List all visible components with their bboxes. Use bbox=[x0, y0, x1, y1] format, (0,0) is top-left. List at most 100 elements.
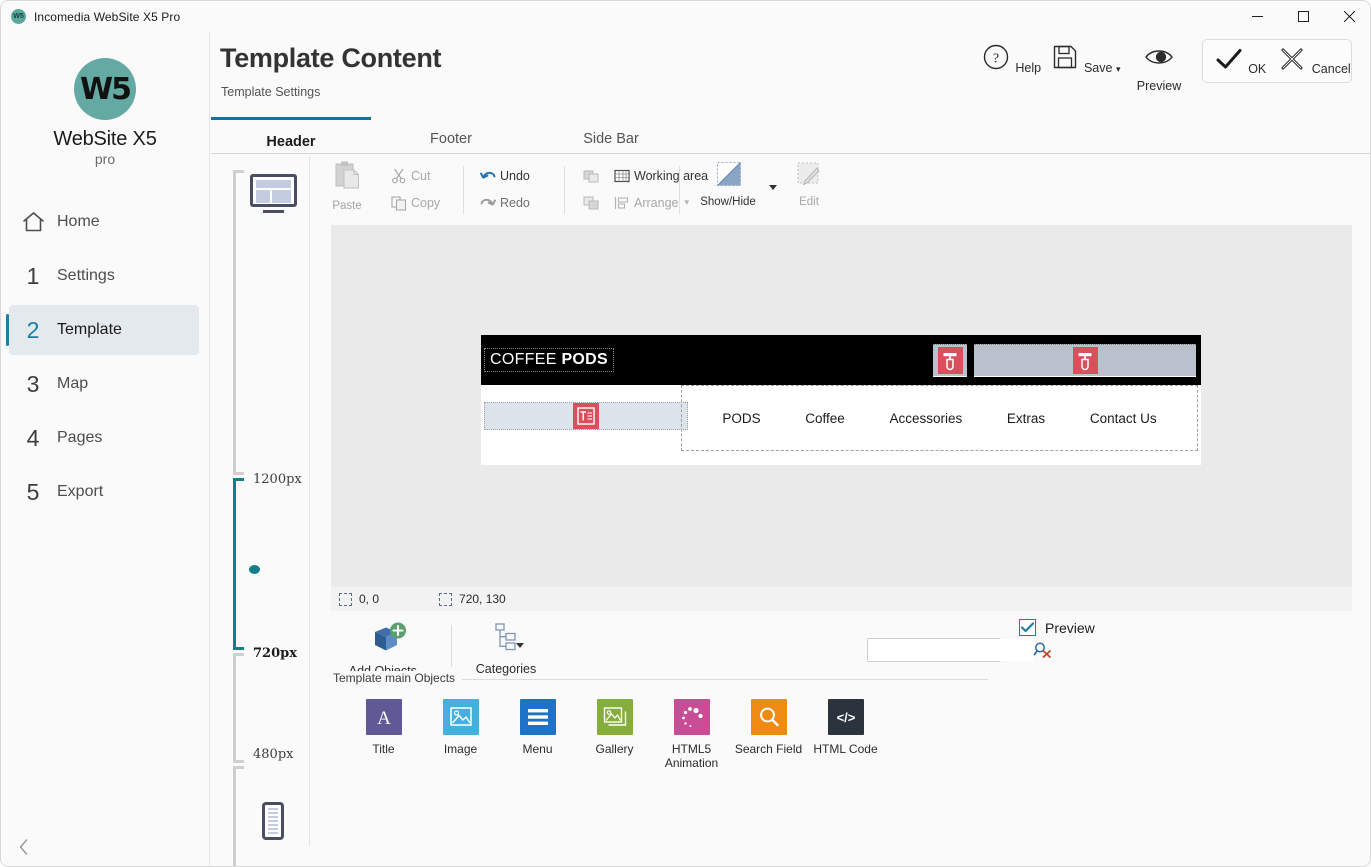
site-menu-item[interactable]: Extras bbox=[1007, 411, 1045, 426]
application-window: W5 Incomedia WebSite X5 Pro W5 WebSite X… bbox=[0, 0, 1371, 867]
sidebar-item-export[interactable]: 5 Export bbox=[9, 467, 199, 517]
desktop-monitor-icon[interactable] bbox=[250, 174, 297, 207]
paste-label: Paste bbox=[321, 200, 373, 212]
breakpoint-range-desktop[interactable] bbox=[233, 170, 247, 475]
sidebar-item-home[interactable]: Home bbox=[9, 197, 199, 247]
search-input[interactable] bbox=[868, 639, 1033, 661]
maximize-button[interactable] bbox=[1280, 1, 1326, 32]
site-menu-item[interactable]: PODS bbox=[722, 411, 760, 426]
collapse-sidebar-button[interactable] bbox=[13, 836, 35, 858]
search-objects-field[interactable] bbox=[867, 638, 1001, 662]
copy-button[interactable]: Copy bbox=[387, 189, 446, 216]
object-menu[interactable]: Menu bbox=[499, 699, 576, 770]
object-gallery[interactable]: Gallery bbox=[576, 699, 653, 770]
show-hide-caret-icon[interactable] bbox=[769, 185, 777, 190]
tab-footer[interactable]: Footer bbox=[371, 117, 531, 154]
object-search-field[interactable]: Search Field bbox=[730, 699, 807, 770]
site-logo-text[interactable]: COFFEE PODS bbox=[484, 348, 614, 372]
size-value: 720, 130 bbox=[459, 592, 506, 606]
cut-button[interactable]: Cut bbox=[387, 162, 446, 189]
arrange-caret-icon[interactable]: ▾ bbox=[684, 197, 689, 208]
show-hide-button[interactable]: Show/Hide bbox=[691, 159, 765, 208]
tab-side-bar[interactable]: Side Bar bbox=[531, 117, 691, 154]
caret-down-icon[interactable]: ▾ bbox=[1116, 64, 1121, 74]
arrange-label: Arrange bbox=[634, 196, 678, 210]
breakpoint-range-mobile[interactable] bbox=[233, 766, 247, 867]
sidebar-item-map[interactable]: 3 Map bbox=[9, 359, 199, 409]
panel-separator bbox=[451, 625, 452, 667]
text-object-icon bbox=[573, 403, 599, 429]
scissors-icon bbox=[387, 168, 411, 184]
site-menu-item[interactable]: Contact Us bbox=[1090, 411, 1157, 426]
brand-logo-icon: W5 bbox=[74, 58, 136, 120]
svg-text:</>: </> bbox=[836, 710, 855, 725]
breakpoint-label-480[interactable]: 480px bbox=[253, 747, 293, 762]
html5-animation-icon bbox=[674, 699, 710, 735]
tab-header[interactable]: Header bbox=[211, 117, 371, 154]
header-object-placeholder-2[interactable] bbox=[974, 344, 1196, 377]
cancel-button[interactable]: Cancel bbox=[1277, 42, 1351, 78]
breakpoint-marker-dot[interactable] bbox=[249, 565, 260, 574]
breakpoint-label-1200[interactable]: 1200px bbox=[253, 472, 302, 487]
template-canvas[interactable]: COFFEE PODS bbox=[331, 225, 1352, 587]
eye-icon bbox=[1143, 42, 1175, 72]
paste-icon bbox=[330, 159, 364, 193]
undo-button[interactable]: Undo bbox=[476, 162, 536, 189]
site-menu-item[interactable]: Coffee bbox=[805, 411, 845, 426]
breakpoint-ruler: 1200px 720px 480px bbox=[211, 156, 310, 846]
text-object-placeholder[interactable] bbox=[484, 402, 688, 430]
object-image[interactable]: Image bbox=[422, 699, 499, 770]
breakpoint-range-tablet[interactable] bbox=[233, 653, 247, 763]
main-navigation: Home 1 Settings 2 Template 3 Map 4 Pages… bbox=[1, 197, 209, 517]
object-title[interactable]: A Title bbox=[345, 699, 422, 770]
checkbox-box[interactable] bbox=[1019, 619, 1036, 636]
categories-icon bbox=[491, 621, 521, 653]
site-menu-item[interactable]: Accessories bbox=[889, 411, 962, 426]
send-back-button[interactable] bbox=[574, 189, 610, 216]
breakpoint-label-720[interactable]: 720px bbox=[253, 646, 297, 661]
object-label: Image bbox=[422, 742, 499, 756]
sidebar-item-pages[interactable]: 4 Pages bbox=[9, 413, 199, 463]
position-indicator: 0, 0 bbox=[339, 592, 379, 606]
object-html5-animation[interactable]: HTML5 Animation bbox=[653, 699, 730, 770]
home-icon bbox=[9, 210, 57, 234]
object-label: Menu bbox=[499, 742, 576, 756]
categories-caret-icon[interactable] bbox=[516, 643, 524, 648]
preview-label: Preview bbox=[1137, 79, 1181, 93]
header-object-placeholder-1[interactable] bbox=[933, 344, 967, 377]
toolbar-separator bbox=[463, 166, 464, 214]
object-html-code[interactable]: </> HTML Code bbox=[807, 699, 884, 770]
breakpoint-range-active[interactable] bbox=[233, 478, 247, 650]
save-button[interactable]: Save ▾ bbox=[1048, 39, 1122, 77]
smartphone-icon[interactable] bbox=[262, 802, 284, 840]
add-objects-button[interactable]: Add Objects... bbox=[333, 621, 443, 678]
check-icon bbox=[1214, 45, 1244, 73]
sidebar-item-settings[interactable]: 1 Settings bbox=[9, 251, 199, 301]
bring-front-button[interactable] bbox=[574, 162, 610, 189]
categories-button[interactable]: Categories bbox=[461, 621, 551, 676]
close-button[interactable] bbox=[1326, 1, 1371, 32]
floppy-disk-icon bbox=[1050, 42, 1080, 72]
menu-object-placeholder[interactable]: PODS Coffee Accessories Extras Contact U… bbox=[681, 385, 1198, 451]
paste-button[interactable]: Paste bbox=[321, 159, 373, 212]
object-label: Search Field bbox=[730, 742, 807, 756]
image-icon bbox=[443, 699, 479, 735]
minimize-button[interactable] bbox=[1234, 1, 1280, 32]
monitor-stand bbox=[263, 210, 284, 213]
ok-button[interactable]: OK bbox=[1203, 42, 1277, 78]
sidebar-item-number: 2 bbox=[9, 317, 57, 344]
redo-button[interactable]: Redo bbox=[476, 189, 536, 216]
copy-label: Copy bbox=[411, 196, 440, 210]
edit-button[interactable]: Edit bbox=[781, 159, 837, 208]
site-header-bar: COFFEE PODS bbox=[481, 335, 1201, 385]
preview-checkbox[interactable]: Preview bbox=[1019, 619, 1095, 636]
cancel-label: Cancel bbox=[1312, 62, 1351, 76]
search-clear-icon[interactable] bbox=[1033, 641, 1059, 659]
preview-button[interactable]: Preview bbox=[1122, 39, 1196, 95]
show-hide-icon bbox=[713, 159, 743, 189]
menu-object-icon bbox=[1073, 347, 1098, 374]
template-objects-group: Template main Objects A Title Image bbox=[333, 679, 988, 799]
section-tabs: Header Footer Side Bar bbox=[211, 117, 1371, 154]
sidebar-item-template[interactable]: 2 Template bbox=[9, 305, 199, 355]
help-button[interactable]: ? Help bbox=[974, 39, 1048, 77]
